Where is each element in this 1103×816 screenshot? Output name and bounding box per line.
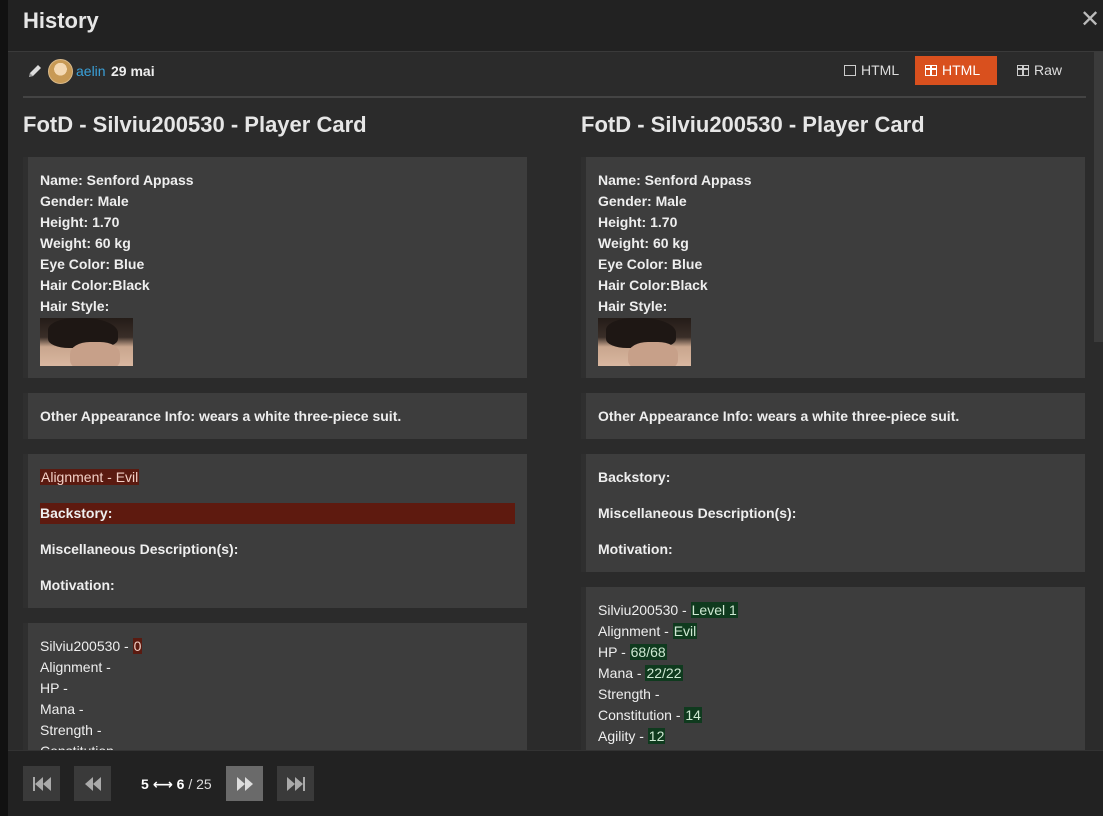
scrollbar[interactable] xyxy=(1094,52,1103,342)
stats-card-old: Silviu200530 - 0 Alignment - HP - Mana -… xyxy=(23,623,527,750)
deleted-level: 0 xyxy=(132,638,143,654)
stats-alignment-line: Alignment - xyxy=(40,659,111,675)
misc-line: Miscellaneous Description(s): xyxy=(598,505,797,521)
other-appearance-line: Other Appearance Info: wears a white thr… xyxy=(40,408,402,424)
gender-line: Gender: Male xyxy=(598,193,687,209)
hair-style-image xyxy=(40,318,133,366)
close-icon[interactable]: ✕ xyxy=(1077,6,1103,34)
weight-line: Weight: 60 kg xyxy=(40,235,131,251)
inserted-constitution: 14 xyxy=(684,707,702,723)
modal-title: History xyxy=(23,8,99,33)
hair-style-line: Hair Style: xyxy=(598,298,668,314)
height-line: Height: 1.70 xyxy=(40,214,120,230)
author-link[interactable]: aelin xyxy=(76,63,106,79)
revision-indicator: 5 ⟷ 6 / 25 xyxy=(141,776,212,792)
name-line: Name: Senford Appass xyxy=(598,172,752,188)
backstory-line: Backstory: xyxy=(598,469,671,485)
other-appearance-card-new: Other Appearance Info: wears a white thr… xyxy=(581,393,1085,439)
story-card-new: Backstory: Miscellaneous Description(s):… xyxy=(581,454,1085,572)
hair-style-image xyxy=(598,318,691,366)
revision-date: 29 mai xyxy=(111,63,155,79)
stats-name-line: Silviu200530 - Level 1 xyxy=(598,602,738,618)
skip-start-icon xyxy=(32,775,51,792)
inserted-mana: 22/22 xyxy=(645,665,683,681)
view-mode-split-html-button[interactable]: HTML xyxy=(915,56,997,85)
diff-column-old: FotD - Silviu200530 - Player Card Name: … xyxy=(23,100,527,750)
next-revision-button[interactable] xyxy=(226,766,263,801)
stats-strength-line: Strength - xyxy=(40,722,102,738)
other-appearance-card-old: Other Appearance Info: wears a white thr… xyxy=(23,393,527,439)
stats-alignment-line: Alignment - Evil xyxy=(598,623,698,639)
stats-card-new: Silviu200530 - Level 1 Alignment - Evil … xyxy=(581,587,1085,750)
hair-style-line: Hair Style: xyxy=(40,298,110,314)
view-mode-raw-button[interactable]: Raw xyxy=(1007,56,1072,85)
height-line: Height: 1.70 xyxy=(598,214,678,230)
previous-revision-button[interactable] xyxy=(74,766,111,801)
page-title-new: FotD - Silviu200530 - Player Card xyxy=(581,112,925,137)
view-mode-html-button[interactable]: HTML xyxy=(834,56,909,85)
inserted-agility: 12 xyxy=(647,728,666,744)
pagination-footer: 5 ⟷ 6 / 25 xyxy=(8,750,1103,816)
motivation-line: Motivation: xyxy=(598,541,673,557)
stats-mana-line: Mana - 22/22 xyxy=(598,665,683,681)
stats-constitution-line: Constitution - 14 xyxy=(598,707,702,723)
diff-column-new: FotD - Silviu200530 - Player Card Name: … xyxy=(581,100,1085,750)
deleted-backstory: Backstory: xyxy=(40,503,515,524)
skip-end-icon xyxy=(286,775,305,792)
name-line: Name: Senford Appass xyxy=(40,172,194,188)
inserted-hp: 68/68 xyxy=(629,644,667,660)
motivation-line: Motivation: xyxy=(40,577,115,593)
stats-mana-line: Mana - xyxy=(40,701,84,717)
weight-line: Weight: 60 kg xyxy=(598,235,689,251)
other-appearance-line: Other Appearance Info: wears a white thr… xyxy=(598,408,960,424)
inserted-level: Level 1 xyxy=(690,602,738,618)
gender-line: Gender: Male xyxy=(40,193,129,209)
first-revision-button[interactable] xyxy=(23,766,60,801)
hair-color-line: Hair Color:Black xyxy=(598,277,708,293)
appearance-card-new: Name: Senford Appass Gender: Male Height… xyxy=(581,157,1085,378)
stats-name-line: Silviu200530 - 0 xyxy=(40,638,143,654)
title-bar: History ✕ xyxy=(8,0,1103,52)
diff-content: FotD - Silviu200530 - Player Card Name: … xyxy=(23,100,1086,750)
stats-constitution-line: Constitution - xyxy=(40,741,515,750)
stats-agility-line: Agility - 12 xyxy=(598,728,666,744)
deleted-alignment: Alignment - Evil xyxy=(40,469,140,485)
author-avatar[interactable] xyxy=(48,59,73,84)
history-modal: History ✕ aelin 29 mai HTML HTML Raw Fot… xyxy=(8,0,1103,816)
stats-hp-line: HP - 68/68 xyxy=(598,644,667,660)
page-title-old: FotD - Silviu200530 - Player Card xyxy=(23,112,367,137)
eye-color-line: Eye Color: Blue xyxy=(598,256,703,272)
last-revision-button[interactable] xyxy=(277,766,314,801)
eye-color-line: Eye Color: Blue xyxy=(40,256,145,272)
split-view-icon xyxy=(1017,65,1029,76)
square-icon xyxy=(844,65,856,76)
appearance-card-old: Name: Senford Appass Gender: Male Height… xyxy=(23,157,527,378)
inserted-alignment: Evil xyxy=(672,623,698,639)
fast-forward-icon xyxy=(236,775,253,792)
pencil-icon xyxy=(29,65,41,77)
revision-bar: aelin 29 mai HTML HTML Raw xyxy=(23,52,1086,98)
hair-color-line: Hair Color:Black xyxy=(40,277,150,293)
split-view-icon xyxy=(925,65,937,76)
stats-hp-line: HP - xyxy=(40,680,68,696)
story-card-old: Alignment - Evil Backstory: Miscellaneou… xyxy=(23,454,527,608)
rewind-icon xyxy=(84,775,101,792)
misc-line: Miscellaneous Description(s): xyxy=(40,541,239,557)
stats-strength-line: Strength - xyxy=(598,686,660,702)
